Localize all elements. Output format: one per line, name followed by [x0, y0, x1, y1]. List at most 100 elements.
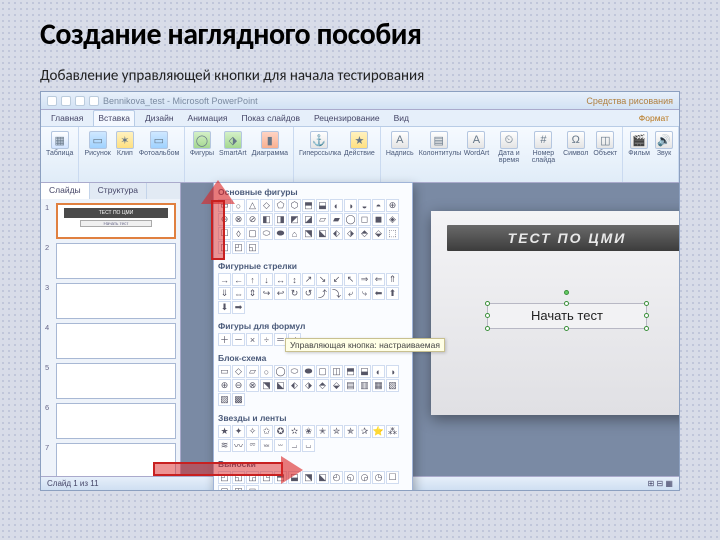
shape-option[interactable]: ◐ — [372, 365, 385, 378]
shape-option[interactable]: ▱ — [246, 365, 259, 378]
thumbnail-1[interactable]: ТЕСТ ПО ЦМИ Начать тест — [56, 203, 176, 239]
picture-button[interactable]: ▭Рисунок — [83, 130, 111, 158]
chart-button[interactable]: ▮Диаграмма — [251, 130, 289, 158]
shape-option[interactable]: ◶ — [358, 471, 371, 484]
shape-option[interactable]: ◷ — [372, 471, 385, 484]
shape-option[interactable]: ✩ — [260, 425, 273, 438]
shape-option[interactable]: ▨ — [218, 393, 231, 406]
shape-option[interactable]: ◴ — [330, 471, 343, 484]
shape-option[interactable]: ◻ — [246, 485, 259, 491]
shape-option[interactable]: ⏖ — [274, 439, 287, 452]
shape-option[interactable]: ⬚ — [386, 227, 399, 240]
table-button[interactable]: ▦Таблица — [45, 130, 74, 158]
resize-handle[interactable] — [485, 313, 490, 318]
save-icon[interactable] — [61, 96, 71, 106]
shape-option[interactable]: ↘ — [316, 273, 329, 286]
shape-option[interactable]: ⊘ — [246, 213, 259, 226]
tab-view[interactable]: Вид — [390, 111, 413, 126]
shape-option[interactable]: ⇐ — [372, 273, 385, 286]
shape-option[interactable]: ✫ — [288, 425, 301, 438]
clipart-button[interactable]: ✶Клип — [115, 130, 135, 158]
thumbnail-7[interactable] — [56, 443, 176, 476]
undo-icon[interactable] — [75, 96, 85, 106]
resize-handle[interactable] — [564, 326, 569, 331]
smartart-button[interactable]: ⬗SmartArt — [218, 130, 248, 158]
shape-option[interactable]: ⊕ — [386, 199, 399, 212]
slidenumber-button[interactable]: #Номер слайда — [528, 130, 559, 165]
shape-option[interactable]: ⬔ — [302, 471, 315, 484]
thumbnail-5[interactable] — [56, 363, 176, 399]
tab-insert[interactable]: Вставка — [93, 110, 135, 126]
shape-option[interactable]: ⬠ — [274, 199, 287, 212]
shape-option[interactable]: ⬇ — [218, 301, 231, 314]
shape-option[interactable]: ◵ — [344, 471, 357, 484]
shape-option[interactable]: ⬙ — [330, 379, 343, 392]
shape-option[interactable]: ⬆ — [386, 287, 399, 300]
shape-option[interactable]: ← — [232, 273, 245, 286]
shape-option[interactable]: ⬔ — [260, 379, 273, 392]
thumbnail-3[interactable] — [56, 283, 176, 319]
shape-option[interactable]: ✦ — [232, 425, 245, 438]
shape-option[interactable]: ○ — [260, 365, 273, 378]
redo-icon[interactable] — [89, 96, 99, 106]
shape-option[interactable]: ✯ — [344, 425, 357, 438]
shape-option[interactable]: ↺ — [302, 287, 315, 300]
shape-option[interactable]: ➡ — [232, 301, 245, 314]
shape-option[interactable]: ⬕ — [316, 471, 329, 484]
shape-option[interactable]: ⤵ — [330, 287, 343, 300]
shape-option[interactable]: ⬙ — [372, 227, 385, 240]
shape-option[interactable]: ✪ — [274, 425, 287, 438]
thumbnail-2[interactable] — [56, 243, 176, 279]
tab-outline[interactable]: Структура — [90, 183, 147, 199]
photoalbum-button[interactable]: ▭Фотоальбом — [138, 130, 180, 158]
shape-option[interactable]: ▭ — [218, 365, 231, 378]
shape-option[interactable]: ◫ — [330, 365, 343, 378]
shape-option[interactable]: ▭ — [218, 199, 231, 212]
shape-option[interactable]: ◼ — [372, 213, 385, 226]
tab-slideshow[interactable]: Показ слайдов — [237, 111, 304, 126]
shape-option[interactable]: ⇑ — [386, 273, 399, 286]
sound-button[interactable]: 🔊Звук — [654, 130, 674, 158]
shape-option[interactable]: ⇒ — [358, 273, 371, 286]
shape-option[interactable]: ⇕ — [246, 287, 259, 300]
shape-option[interactable]: ↔ — [274, 273, 287, 286]
shape-option[interactable]: × — [246, 333, 259, 346]
shape-option[interactable]: △ — [246, 199, 259, 212]
shape-option[interactable]: ✧ — [246, 425, 259, 438]
shape-option[interactable]: ↕ — [288, 273, 301, 286]
shape-option[interactable]: ▦ — [372, 379, 385, 392]
shape-option[interactable]: ⬘ — [358, 227, 371, 240]
shape-option[interactable]: ⬗ — [344, 227, 357, 240]
shape-option[interactable]: ◰ — [218, 471, 231, 484]
shape-option[interactable]: 〰 — [232, 439, 245, 452]
resize-handle[interactable] — [485, 326, 490, 331]
shape-option[interactable]: ⊗ — [246, 379, 259, 392]
shape-option[interactable]: ⬗ — [302, 379, 315, 392]
shape-option[interactable]: ▢ — [316, 365, 329, 378]
shape-option[interactable]: ◫ — [232, 485, 245, 491]
shape-option[interactable]: ☐ — [218, 227, 231, 240]
shape-option[interactable]: ☐ — [386, 471, 399, 484]
shape-option[interactable]: ↗ — [302, 273, 315, 286]
shape-option[interactable]: ◈ — [386, 213, 399, 226]
movie-button[interactable]: 🎬Фильм — [627, 130, 651, 158]
shape-option[interactable]: ◨ — [274, 213, 287, 226]
shape-option[interactable]: ◻ — [358, 213, 371, 226]
shape-option[interactable]: ⏘ — [302, 439, 315, 452]
resize-handle[interactable] — [564, 301, 569, 306]
shape-option[interactable]: ⬡ — [288, 199, 301, 212]
shape-option[interactable]: ⬒ — [344, 365, 357, 378]
shape-option[interactable]: ↖ — [344, 273, 357, 286]
tab-review[interactable]: Рецензирование — [310, 111, 384, 126]
shape-option[interactable]: ◒ — [358, 199, 371, 212]
shape-option[interactable]: ⬓ — [316, 199, 329, 212]
shape-option[interactable]: ◧ — [260, 213, 273, 226]
shape-option[interactable]: ⊕ — [218, 379, 231, 392]
resize-handle[interactable] — [485, 301, 490, 306]
shape-option[interactable]: ◯ — [344, 213, 357, 226]
shape-option[interactable]: ↙ — [330, 273, 343, 286]
shape-option[interactable]: ↩ — [274, 287, 287, 300]
shape-option[interactable]: ⬘ — [316, 379, 329, 392]
tab-format[interactable]: Формат — [635, 111, 673, 126]
shape-option[interactable]: － — [232, 333, 245, 346]
